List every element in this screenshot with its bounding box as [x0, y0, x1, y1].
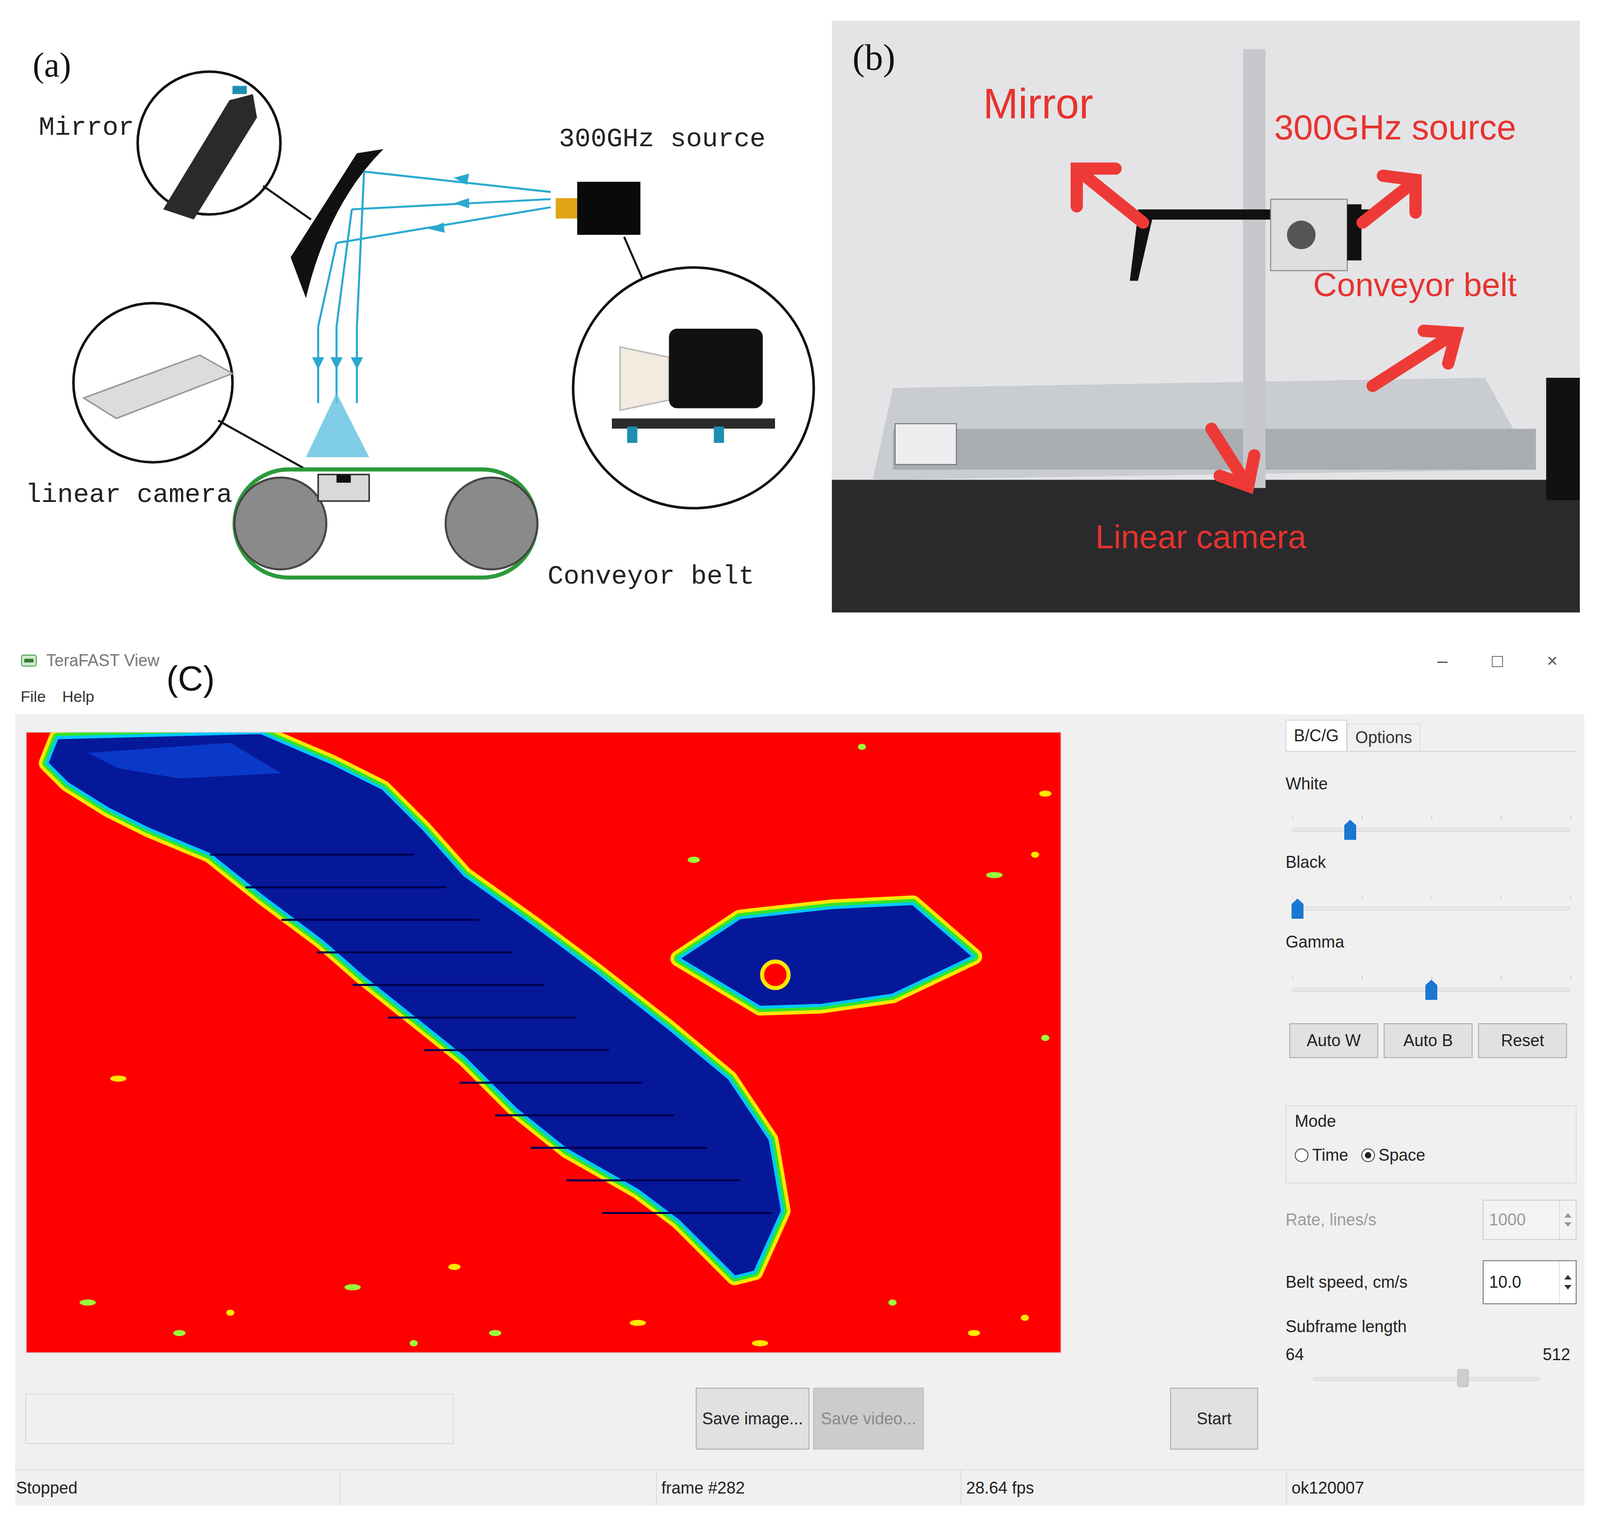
camera-label: linear camera: [25, 479, 233, 510]
tick: [1500, 815, 1502, 820]
slider-label: Gamma: [1285, 930, 1577, 954]
panel-label: (a): [32, 45, 72, 85]
status-bar: Stopped frame #282 28.64 fps ok120007: [15, 1468, 1585, 1506]
radio-option[interactable]: Space: [1361, 1142, 1426, 1168]
radio-option[interactable]: Time: [1294, 1142, 1349, 1168]
tick: [1431, 815, 1433, 820]
down-arrow-icon[interactable]: [1564, 1221, 1572, 1227]
white-slider[interactable]: [1292, 815, 1571, 844]
panel-label: (C): [166, 660, 215, 696]
tick: [1500, 975, 1502, 980]
fps-readout: 28.64 fps: [961, 1469, 1287, 1506]
menu-item[interactable]: File: [20, 684, 46, 709]
max-label: 512: [1542, 1341, 1571, 1367]
tick: [1570, 815, 1572, 820]
tick: [1570, 975, 1572, 980]
tick: [1500, 894, 1502, 899]
belt-speed-label: Belt speed, cm/s: [1285, 1269, 1408, 1295]
diagram-panel: (a) Mirror: [0, 0, 816, 613]
maximize-button[interactable]: □: [1469, 646, 1525, 675]
control-panel: B/C/G Options White Black Gamma Auto W A…: [1285, 714, 1577, 1469]
belt-label: Conveyor belt: [547, 561, 755, 592]
status-text: Stopped: [15, 1469, 341, 1506]
auto-white-button[interactable]: Auto W: [1289, 1022, 1379, 1058]
tick: [1361, 815, 1363, 820]
subframe-label: Subframe length: [1285, 1314, 1577, 1338]
tick: [1292, 975, 1293, 980]
rate-label: Rate, lines/s: [1285, 1207, 1377, 1232]
tick: [1292, 894, 1293, 899]
app-icon: [19, 651, 39, 670]
up-arrow-icon[interactable]: [1564, 1212, 1572, 1218]
device-id: ok120007: [1286, 1469, 1585, 1506]
auto-black-button[interactable]: Auto B: [1383, 1022, 1473, 1058]
progress-field: [25, 1393, 454, 1444]
tick: [1292, 815, 1293, 820]
title-bar: TeraFAST View – □ ×: [15, 642, 1585, 679]
gamma-slider[interactable]: [1292, 975, 1571, 1004]
rate-spinbox[interactable]: 1000: [1482, 1199, 1577, 1240]
panel-label: (b): [852, 38, 896, 76]
scan-image: [25, 731, 1062, 1353]
down-arrow-icon[interactable]: [1564, 1284, 1572, 1290]
start-button[interactable]: Start: [1170, 1387, 1259, 1450]
slider-track[interactable]: [1313, 1376, 1540, 1381]
menu-bar: File Help: [15, 678, 1585, 715]
slider-label: Black: [1285, 850, 1577, 874]
tick: [1361, 975, 1363, 980]
subframe-slider[interactable]: [1313, 1364, 1540, 1384]
tick: [1431, 894, 1433, 899]
source-label: 300GHz source: [1274, 109, 1517, 145]
min-label: 64: [1285, 1341, 1304, 1367]
belt-speed-spinbox[interactable]: 10.0: [1482, 1259, 1577, 1304]
menu-item[interactable]: Help: [62, 684, 95, 709]
mirror-label: Mirror: [983, 82, 1094, 125]
group-label: Mode: [1294, 1109, 1568, 1133]
camera-label: Linear camera: [1095, 520, 1307, 554]
setup-photo: (b) Mirror 300GHz source Conveyor belt L…: [831, 20, 1580, 613]
close-button[interactable]: ×: [1524, 646, 1580, 675]
black-slider[interactable]: [1292, 894, 1571, 923]
minimize-button[interactable]: –: [1414, 646, 1470, 675]
tick: [1431, 975, 1433, 980]
app-window: TeraFAST View – □ × (C) File Help: [15, 642, 1585, 1506]
belt-label: Conveyor belt: [1313, 268, 1517, 302]
slider-track[interactable]: [1292, 827, 1571, 832]
slider-thumb[interactable]: [1344, 819, 1357, 840]
frame-count: frame #282: [656, 1469, 962, 1506]
source-label: 300GHz source: [558, 124, 766, 154]
tab[interactable]: Options: [1347, 723, 1421, 751]
up-arrow-icon[interactable]: [1564, 1274, 1572, 1280]
slider-thumb[interactable]: [1291, 898, 1304, 919]
tick: [1570, 894, 1572, 899]
mode-group: Mode Time Space: [1285, 1105, 1577, 1184]
reset-button[interactable]: Reset: [1478, 1022, 1568, 1058]
tick: [1361, 894, 1363, 899]
mirror-label: Mirror: [38, 112, 135, 143]
slider-label: White: [1285, 772, 1577, 796]
slider-thumb[interactable]: [1457, 1368, 1469, 1389]
save-image-button[interactable]: Save image...: [695, 1387, 810, 1450]
window-title: TeraFAST View: [46, 648, 160, 673]
save-video-button[interactable]: Save video...: [813, 1387, 924, 1450]
slider-track[interactable]: [1292, 906, 1571, 911]
tab[interactable]: B/C/G: [1285, 719, 1348, 751]
slider-thumb[interactable]: [1425, 979, 1438, 1000]
